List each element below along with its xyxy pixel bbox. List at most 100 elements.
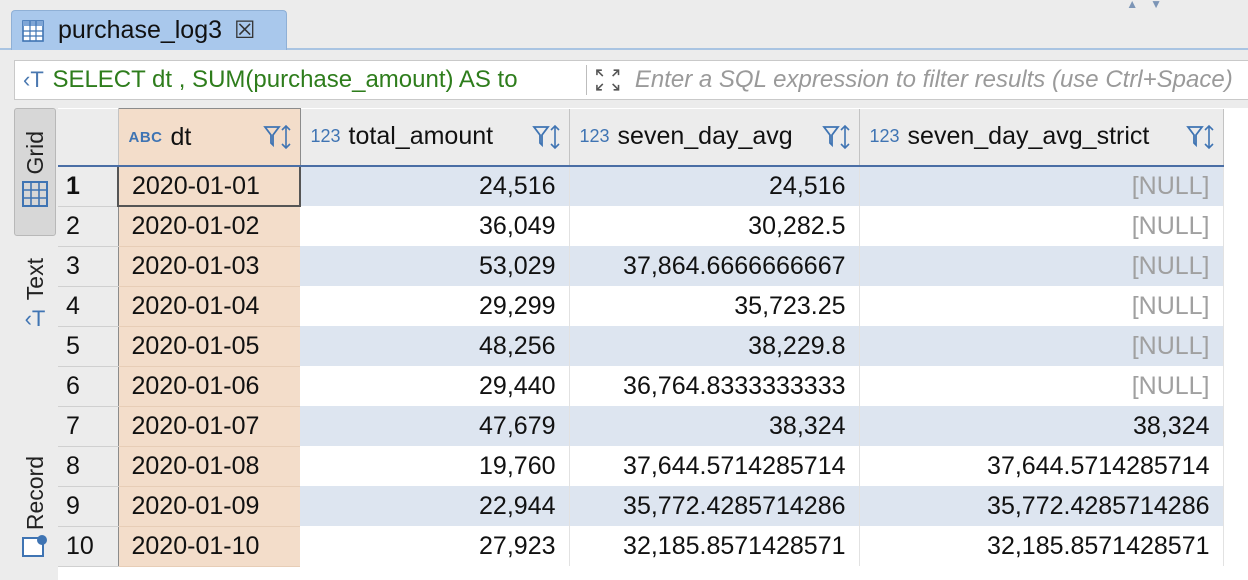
table-row[interactable]: 5 2020-01-05 48,256 38,229.8 [NULL]	[58, 326, 1224, 367]
cell-total-amount[interactable]: 19,760	[300, 446, 570, 486]
filter-bar: ‹T SELECT dt , SUM(purchase_amount) AS t…	[0, 50, 1248, 108]
type-badge: 123	[310, 126, 341, 147]
column-header-seven-day-avg-strict[interactable]: 123 seven_day_avg_strict	[859, 108, 1224, 167]
row-number[interactable]: 3	[58, 246, 119, 287]
tab-record[interactable]: Record	[14, 456, 56, 580]
cell-seven-day-avg-strict[interactable]: [NULL]	[859, 286, 1224, 326]
column-name: dt	[170, 122, 192, 151]
column-name: seven_day_avg_strict	[907, 122, 1150, 151]
cell-total-amount[interactable]: 48,256	[300, 326, 570, 366]
text-icon: ‹T	[24, 306, 46, 332]
cell-dt[interactable]: 2020-01-08	[118, 446, 300, 487]
cell-seven-day-avg-strict[interactable]: [NULL]	[859, 206, 1224, 246]
tab-text[interactable]: Text ‹T	[14, 258, 56, 358]
cell-seven-day-avg-strict[interactable]: [NULL]	[859, 366, 1224, 406]
row-number[interactable]: 7	[58, 406, 119, 447]
cell-seven-day-avg[interactable]: 24,516	[569, 166, 860, 206]
cell-total-amount[interactable]: 24,516	[300, 166, 570, 206]
cell-total-amount[interactable]: 47,679	[300, 406, 570, 446]
table-row[interactable]: 6 2020-01-06 29,440 36,764.8333333333 [N…	[58, 366, 1224, 407]
column-header-total-amount[interactable]: 123 total_amount	[300, 108, 570, 167]
row-number[interactable]: 10	[58, 526, 119, 567]
cell-seven-day-avg-strict[interactable]: 38,324	[859, 406, 1224, 446]
table-grid-icon	[22, 19, 44, 42]
results-grid[interactable]: ABC dt 123 total_amount 123 seven_day_av…	[58, 108, 1248, 580]
table-row[interactable]: 3 2020-01-03 53,029 37,864.6666666667 [N…	[58, 246, 1224, 287]
type-badge: ABC	[128, 128, 163, 146]
results-table: ABC dt 123 total_amount 123 seven_day_av…	[58, 108, 1224, 567]
column-header-seven-day-avg[interactable]: 123 seven_day_avg	[569, 108, 860, 167]
cell-seven-day-avg-strict[interactable]: [NULL]	[859, 166, 1224, 206]
editor-tab-strip: purchase_log3 ☒ ▲▼	[0, 0, 1248, 50]
row-number[interactable]: 9	[58, 486, 119, 527]
view-mode-rail: Grid Text ‹T Record	[0, 108, 58, 580]
cell-total-amount[interactable]: 22,944	[300, 486, 570, 526]
results-viewer: purchase_log3 ☒ ▲▼ ‹T SELECT dt , SUM(pu…	[0, 0, 1248, 580]
cell-seven-day-avg[interactable]: 35,723.25	[569, 286, 860, 326]
scroll-arrows-icon[interactable]: ▲▼	[1126, 0, 1174, 11]
table-row[interactable]: 8 2020-01-08 19,760 37,644.5714285714 37…	[58, 446, 1224, 487]
column-name: seven_day_avg	[617, 122, 793, 151]
filter-divider	[586, 65, 588, 95]
cell-seven-day-avg-strict[interactable]: [NULL]	[859, 246, 1224, 286]
expand-icon[interactable]	[593, 66, 622, 94]
sql-text-icon: ‹T	[23, 67, 44, 92]
cell-dt[interactable]: 2020-01-01	[117, 165, 301, 207]
table-row[interactable]: 2 2020-01-02 36,049 30,282.5 [NULL]	[58, 206, 1224, 247]
cell-dt[interactable]: 2020-01-09	[118, 486, 300, 527]
cell-total-amount[interactable]: 29,440	[300, 366, 570, 406]
cell-dt[interactable]: 2020-01-03	[118, 246, 300, 287]
cell-seven-day-avg[interactable]: 36,764.8333333333	[569, 366, 860, 406]
row-number[interactable]: 8	[58, 446, 119, 487]
type-badge: 123	[869, 126, 900, 147]
cell-total-amount[interactable]: 27,923	[300, 526, 570, 566]
cell-seven-day-avg[interactable]: 32,185.8571428571	[569, 526, 860, 566]
cell-seven-day-avg-strict[interactable]: 37,644.5714285714	[859, 446, 1224, 486]
cell-dt[interactable]: 2020-01-07	[118, 406, 300, 447]
tab-grid[interactable]: Grid	[14, 108, 56, 236]
table-row[interactable]: 1 2020-01-01 24,516 24,516 [NULL]	[58, 165, 1224, 207]
cell-dt[interactable]: 2020-01-02	[118, 206, 300, 247]
cell-seven-day-avg-strict[interactable]: 35,772.4285714286	[859, 486, 1224, 526]
corner-cell	[58, 108, 119, 167]
filter-sort-icon[interactable]	[531, 123, 561, 151]
row-number[interactable]: 1	[58, 166, 119, 207]
table-row[interactable]: 10 2020-01-10 27,923 32,185.8571428571 3…	[58, 526, 1224, 567]
column-header-dt[interactable]: ABC dt	[117, 108, 301, 167]
table-row[interactable]: 4 2020-01-04 29,299 35,723.25 [NULL]	[58, 286, 1224, 327]
cell-seven-day-avg[interactable]: 35,772.4285714286	[569, 486, 860, 526]
cell-seven-day-avg-strict[interactable]: [NULL]	[859, 326, 1224, 366]
close-icon[interactable]: ☒	[234, 16, 256, 45]
tab-text-label: Text	[21, 258, 48, 301]
row-number[interactable]: 2	[58, 206, 119, 247]
filter-box: ‹T SELECT dt , SUM(purchase_amount) AS t…	[14, 60, 1248, 100]
cell-dt[interactable]: 2020-01-04	[118, 286, 300, 327]
cell-dt[interactable]: 2020-01-05	[118, 326, 300, 367]
active-query-text[interactable]: SELECT dt , SUM(purchase_amount) AS to	[52, 66, 580, 94]
cell-dt[interactable]: 2020-01-10	[118, 526, 300, 567]
filter-sort-icon[interactable]	[262, 123, 292, 151]
table-row[interactable]: 9 2020-01-09 22,944 35,772.4285714286 35…	[58, 486, 1224, 527]
type-badge: 123	[579, 126, 610, 147]
filter-sort-icon[interactable]	[1185, 123, 1215, 151]
filter-sort-icon[interactable]	[821, 123, 851, 151]
cell-seven-day-avg[interactable]: 37,644.5714285714	[569, 446, 860, 486]
cell-total-amount[interactable]: 53,029	[300, 246, 570, 286]
cell-dt[interactable]: 2020-01-06	[118, 366, 300, 407]
cell-seven-day-avg[interactable]: 37,864.6666666667	[569, 246, 860, 286]
cell-seven-day-avg[interactable]: 30,282.5	[569, 206, 860, 246]
record-icon	[22, 535, 47, 558]
table-row[interactable]: 7 2020-01-07 47,679 38,324 38,324	[58, 406, 1224, 447]
tab-purchase-log3[interactable]: purchase_log3 ☒	[11, 10, 287, 50]
filter-input[interactable]	[634, 66, 1248, 94]
cell-seven-day-avg-strict[interactable]: 32,185.8571428571	[859, 526, 1224, 566]
row-number[interactable]: 5	[58, 326, 119, 367]
cell-total-amount[interactable]: 36,049	[300, 206, 570, 246]
row-number[interactable]: 6	[58, 366, 119, 407]
cell-seven-day-avg[interactable]: 38,229.8	[569, 326, 860, 366]
tab-record-label: Record	[21, 456, 48, 531]
cell-seven-day-avg[interactable]: 38,324	[569, 406, 860, 446]
row-number[interactable]: 4	[58, 286, 119, 327]
cell-total-amount[interactable]: 29,299	[300, 286, 570, 326]
column-name: total_amount	[348, 122, 494, 151]
